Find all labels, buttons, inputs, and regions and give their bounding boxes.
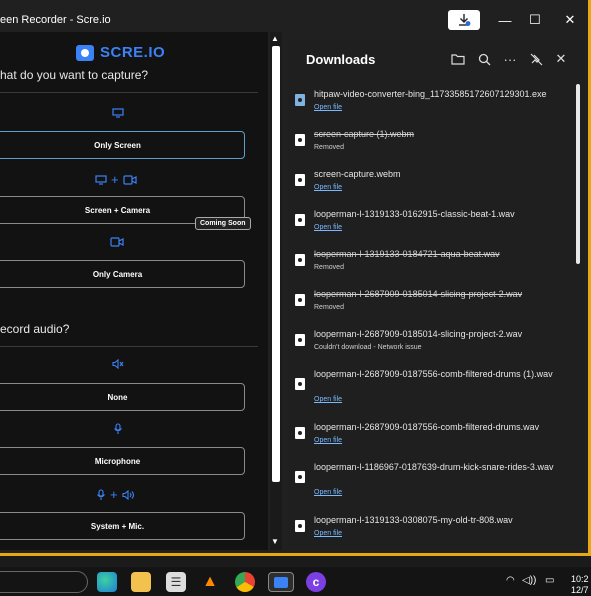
clock[interactable]: 10:2 12/7 <box>571 574 589 596</box>
file-icon <box>295 334 305 346</box>
scroll-up-icon[interactable]: ▲ <box>271 34 279 43</box>
canva-icon[interactable]: c <box>306 572 326 592</box>
scroll-down-icon[interactable]: ▼ <box>271 537 279 546</box>
file-name: hitpaw-video-converter-bing_117335851726… <box>314 89 547 99</box>
taskbar: ☰ ▲ c ◠ ◁)) ▭ 10:2 12/7 <box>0 567 591 596</box>
minimize-icon: — <box>498 12 512 28</box>
clock-time: 10:2 <box>571 574 589 584</box>
mic-plus-speaker-icon: + <box>96 487 136 502</box>
search-downloads-button[interactable] <box>475 50 493 68</box>
monitor-icon <box>112 108 124 118</box>
open-file-link[interactable]: Open file <box>314 437 342 444</box>
more-options-button[interactable]: ··· <box>501 50 519 68</box>
audio-option-system-mic[interactable]: System + Mic. <box>0 512 245 540</box>
file-name: looperman-l-1186967-0187639-drum-kick-sn… <box>314 462 554 472</box>
downloads-title: Downloads <box>306 52 376 67</box>
file-icon <box>295 520 305 532</box>
speaker-muted-icon <box>112 359 124 369</box>
unpin-button[interactable] <box>527 50 545 68</box>
folder-icon <box>451 54 465 65</box>
status-text: Couldn't download - Network issue <box>314 344 422 351</box>
download-icon <box>459 14 471 26</box>
edge-icon[interactable] <box>97 572 117 592</box>
title-bar: een Recorder - Scre.io — ☐ ✕ <box>0 8 588 32</box>
brand-name: SCRE.IO <box>100 44 166 61</box>
option-only-camera[interactable]: Only Camera <box>0 260 245 288</box>
minimize-button[interactable]: — <box>488 8 522 32</box>
file-name: looperman-l-1319133-0162915-classic-beat… <box>314 209 515 219</box>
close-downloads-button[interactable]: ✕ <box>552 50 570 68</box>
maximize-icon: ☐ <box>529 12 541 27</box>
file-icon <box>295 174 305 186</box>
status-text: Removed <box>314 144 344 151</box>
screen-recorder-taskbar-icon[interactable] <box>268 572 294 592</box>
volume-icon[interactable]: ◁)) <box>522 575 536 586</box>
chrome-icon[interactable] <box>235 572 255 592</box>
app-scrollbar[interactable]: ▲ ▼ <box>270 32 282 550</box>
close-button[interactable]: ✕ <box>553 8 587 32</box>
screen-recorder-app: SCRE.IO hat do you want to capture? Only… <box>0 32 268 550</box>
vlc-icon[interactable]: ▲ <box>200 572 220 592</box>
exe-file-icon <box>295 94 305 106</box>
file-icon <box>295 254 305 266</box>
maximize-button[interactable]: ☐ <box>518 8 552 32</box>
notepad-icon[interactable]: ☰ <box>166 572 186 592</box>
clock-date: 12/7 <box>571 585 589 595</box>
brand-logo-icon <box>76 44 94 61</box>
file-icon <box>295 378 305 390</box>
file-name: looperman-l-2687909-0185014-slicing-proj… <box>314 289 523 299</box>
open-file-link[interactable]: Open file <box>314 396 342 403</box>
downloads-button[interactable] <box>448 10 480 30</box>
status-text: Removed <box>314 264 344 271</box>
file-icon <box>295 471 305 483</box>
search-icon <box>478 53 490 65</box>
file-icon <box>295 294 305 306</box>
divider <box>0 346 258 347</box>
audio-question: ecord audio? <box>0 322 70 336</box>
coming-soon-tooltip: Coming Soon <box>195 217 251 230</box>
capture-question: hat do you want to capture? <box>0 68 149 82</box>
wifi-icon[interactable]: ◠ <box>506 575 515 586</box>
open-file-link[interactable]: Open file <box>314 224 342 231</box>
file-icon <box>295 134 305 146</box>
close-icon: ✕ <box>555 51 567 66</box>
battery-icon[interactable]: ▭ <box>545 575 554 586</box>
file-icon <box>295 427 305 439</box>
brand: SCRE.IO <box>76 44 165 61</box>
scrollbar-thumb[interactable] <box>272 46 280 482</box>
open-file-link[interactable]: Open file <box>314 489 342 496</box>
downloads-panel: Downloads ··· ✕ hitpaw-video-converter-b… <box>287 40 585 550</box>
file-name: looperman-l-1319133-0184721-aqua-beat.wa… <box>314 249 500 259</box>
camera-icon <box>110 237 124 247</box>
window-title: een Recorder - Scre.io <box>0 14 111 26</box>
file-name: looperman-l-2687909-0187556-comb-filtere… <box>314 422 540 432</box>
audio-option-microphone[interactable]: Microphone <box>0 447 245 475</box>
open-file-link[interactable]: Open file <box>314 104 342 111</box>
file-name: screen-capture (1).webm <box>314 129 415 139</box>
downloads-scrollbar[interactable] <box>576 84 580 264</box>
monitor-plus-camera-icon: + <box>95 172 137 187</box>
file-icon <box>295 214 305 226</box>
unpin-icon <box>530 53 542 65</box>
more-options-icon: ··· <box>503 51 517 67</box>
status-text: Removed <box>314 304 344 311</box>
file-name: looperman-l-1319133-0308075-my-old-tr-80… <box>314 515 513 525</box>
divider <box>0 92 258 93</box>
open-folder-button[interactable] <box>449 50 467 68</box>
file-name: screen-capture.webm <box>314 169 401 179</box>
file-name: looperman-l-2687909-0185014-slicing-proj… <box>314 329 523 339</box>
file-name: looperman-l-2687909-0187556-comb-filtere… <box>314 369 553 379</box>
taskbar-search[interactable] <box>0 571 88 593</box>
audio-option-none[interactable]: None <box>0 383 245 411</box>
close-icon: ✕ <box>564 12 576 27</box>
option-only-screen[interactable]: Only Screen <box>0 131 245 159</box>
microphone-icon <box>113 423 123 435</box>
file-explorer-icon[interactable] <box>131 572 151 592</box>
open-file-link[interactable]: Open file <box>314 184 342 191</box>
open-file-link[interactable]: Open file <box>314 530 342 537</box>
